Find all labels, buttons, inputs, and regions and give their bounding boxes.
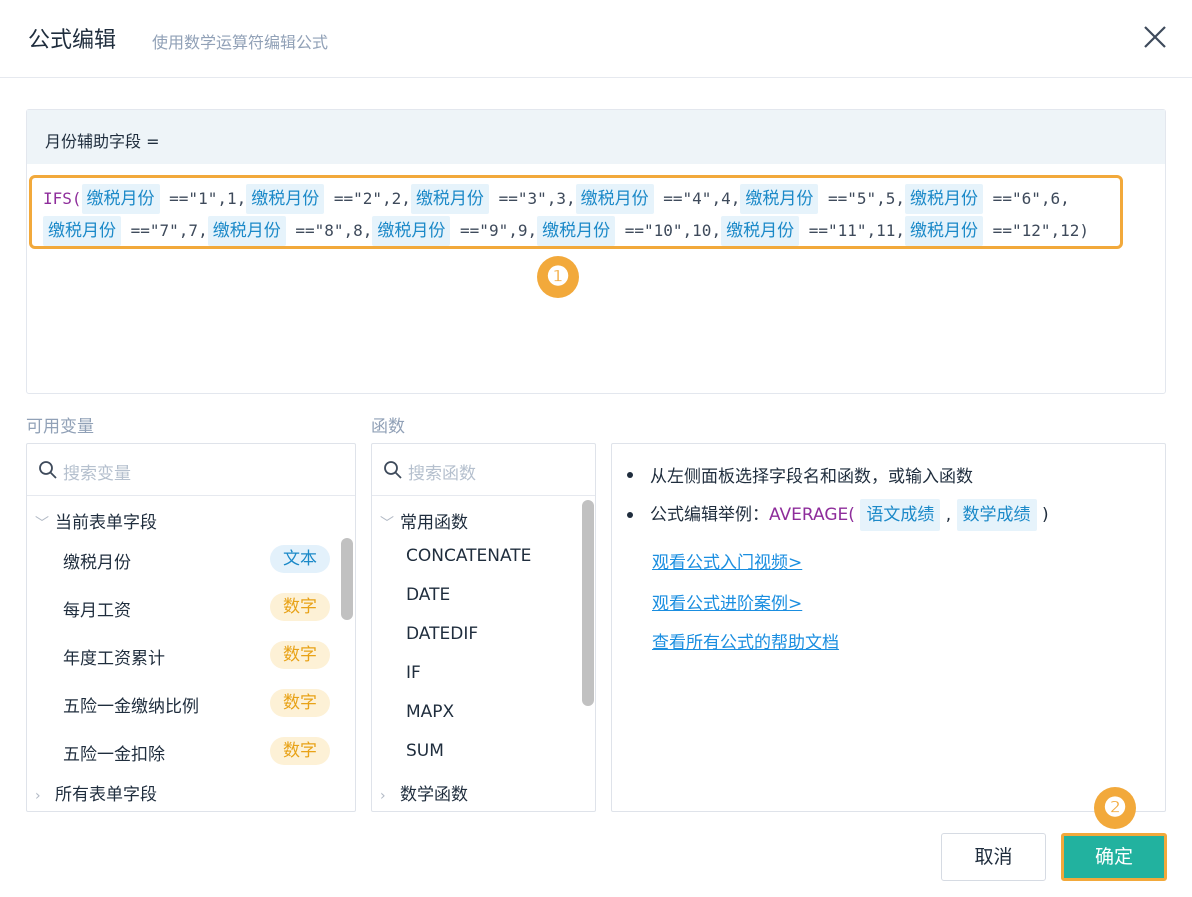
formula-line: IFS(缴税月份 =="1",1, 缴税月份 =="2",2, 缴税月份 =="3"… <box>43 183 1120 215</box>
type-badge: 文本 <box>270 545 330 573</box>
target-field-label: 月份辅助字段 = <box>45 132 160 151</box>
functions-label: 函数 <box>371 417 405 437</box>
formula-editor[interactable]: 月份辅助字段 = IFS(缴税月份 =="1",1, 缴税月份 =="2",2, 缴… <box>26 109 1166 394</box>
formula-field-token[interactable]: 缴税月份 <box>537 216 616 246</box>
help-item-2: 公式编辑举例：AVERAGE( 语文成绩 , 数学成绩 ) <box>612 498 1162 532</box>
formula-condition: =="10",10, <box>615 221 722 240</box>
dialog-header: 公式编辑 使用数学运算符编辑公式 <box>0 0 1192 78</box>
bullet <box>627 472 633 478</box>
formula-field-token[interactable]: 缴税月份 <box>372 216 451 246</box>
bullet <box>627 512 633 518</box>
link-intro-video[interactable]: 观看公式入门视频> <box>652 548 802 573</box>
group-label: 常用函数 <box>400 513 468 533</box>
functions-panel: 搜索函数 ﹀ 常用函数 CONCATENATE DATE DATEDIF IF MAPX S… <box>371 443 596 812</box>
formula-condition: =="8",8, <box>285 221 373 240</box>
group-common-functions[interactable]: ﹀ 常用函数 <box>380 508 468 533</box>
chevron-right-icon: › <box>380 788 386 804</box>
function-item[interactable]: DATEDIF <box>406 624 478 644</box>
search-placeholder: 搜索函数 <box>408 464 476 484</box>
group-current-fields[interactable]: ﹀ 当前表单字段 <box>35 508 157 533</box>
formula-condition: =="3",3, <box>488 189 576 208</box>
formula-field-token[interactable]: 缴税月份 <box>246 184 325 214</box>
group-label: 所有表单字段 <box>55 785 157 805</box>
step-badge-2: ❷ <box>1094 787 1136 829</box>
example-func: AVERAGE( <box>769 505 855 525</box>
variables-scrollbar[interactable] <box>341 538 353 620</box>
dialog-title: 公式编辑 <box>28 28 117 53</box>
dialog-subtitle: 使用数学运算符编辑公式 <box>152 33 329 52</box>
link-help-docs[interactable]: 查看所有公式的帮助文档 <box>652 628 839 653</box>
formula-condition: =="7",7, <box>121 221 208 240</box>
group-label: 数学函数 <box>400 785 468 805</box>
function-item[interactable]: CONCATENATE <box>406 546 531 566</box>
example-prefix: 公式编辑举例： <box>650 505 769 525</box>
type-badge: 数字 <box>270 641 330 669</box>
function-item[interactable]: MAPX <box>406 702 454 722</box>
variable-item[interactable]: 每月工资 <box>63 596 131 621</box>
confirm-button[interactable]: 确定 <box>1061 833 1167 881</box>
formula-condition: =="11",11, <box>799 221 906 240</box>
type-badge: 数字 <box>270 737 330 765</box>
chevron-down-icon: ﹀ <box>380 516 394 532</box>
formula-field-token[interactable]: 缴税月份 <box>740 184 819 214</box>
formula-condition: =="2",2, <box>324 189 411 208</box>
cancel-button[interactable]: 取消 <box>941 833 1046 881</box>
variable-item[interactable]: 五险一金扣除 <box>63 740 165 765</box>
formula-line: 缴税月份 =="7",7, 缴税月份 =="8",8, 缴税月份 =="9",9, 缴… <box>43 215 1120 247</box>
help-panel: 从左侧面板选择字段名和函数，或输入函数 公式编辑举例：AVERAGE( 语文成绩… <box>611 443 1166 812</box>
formula-condition: =="5",5, <box>818 189 906 208</box>
formula-field-token[interactable]: 缴税月份 <box>575 184 654 214</box>
type-badge: 数字 <box>270 689 330 717</box>
formula-condition: =="1",1, <box>159 189 247 208</box>
functions-scrollbar[interactable] <box>582 500 594 706</box>
type-badge: 数字 <box>270 593 330 621</box>
formula-condition: =="12",12) <box>983 221 1090 240</box>
formula-field-token[interactable]: 缴税月份 <box>721 216 800 246</box>
formula-function: IFS( <box>43 189 82 208</box>
search-placeholder: 搜索变量 <box>63 464 131 484</box>
step-badge-1: ❶ <box>537 256 579 298</box>
close-icon[interactable] <box>1142 24 1168 50</box>
group-label: 当前表单字段 <box>55 513 157 533</box>
group-math-functions[interactable]: › 数学函数 <box>380 780 468 805</box>
example-token: 数学成绩 <box>956 499 1037 531</box>
search-icon <box>39 461 57 479</box>
editor-header: 月份辅助字段 = <box>27 110 1165 164</box>
search-icon <box>384 461 402 479</box>
variable-item[interactable]: 五险一金缴纳比例 <box>63 692 199 717</box>
variables-panel: 搜索变量 ﹀ 当前表单字段 缴税月份 文本 每月工资 数字 年度工资累计 数字 五险一金缴纳比… <box>26 443 356 812</box>
group-all-fields[interactable]: › 所有表单字段 <box>35 780 157 805</box>
formula-condition: =="4",4, <box>653 189 741 208</box>
formula-field-token[interactable]: 缴税月份 <box>81 184 160 214</box>
example-close: ) <box>1041 505 1049 525</box>
example-sep: , <box>945 505 952 525</box>
link-advanced-cases[interactable]: 观看公式进阶案例> <box>652 589 802 614</box>
formula-text[interactable]: IFS(缴税月份 =="1",1, 缴税月份 =="2",2, 缴税月份 =="3"… <box>29 175 1123 249</box>
formula-condition: =="6",6, <box>983 189 1070 208</box>
chevron-down-icon: ﹀ <box>35 516 49 532</box>
formula-field-token[interactable]: 缴税月份 <box>410 184 489 214</box>
function-item[interactable]: IF <box>406 663 421 683</box>
variable-item[interactable]: 年度工资累计 <box>63 644 165 669</box>
variable-item[interactable]: 缴税月份 <box>63 548 131 573</box>
formula-field-token[interactable]: 缴税月份 <box>207 216 286 246</box>
variables-search[interactable]: 搜索变量 <box>27 444 355 496</box>
formula-condition: =="9",9, <box>450 221 538 240</box>
help-text: 从左侧面板选择字段名和函数，或输入函数 <box>650 467 973 487</box>
chevron-right-icon: › <box>35 788 41 804</box>
formula-field-token[interactable]: 缴税月份 <box>43 216 121 246</box>
functions-search[interactable]: 搜索函数 <box>372 444 595 496</box>
help-example: 公式编辑举例：AVERAGE( 语文成绩 , 数学成绩 ) <box>650 499 1049 531</box>
function-item[interactable]: DATE <box>406 585 450 605</box>
variables-label: 可用变量 <box>26 417 94 437</box>
example-token: 语文成绩 <box>860 499 941 531</box>
function-item[interactable]: SUM <box>406 741 444 761</box>
formula-field-token[interactable]: 缴税月份 <box>905 216 984 246</box>
formula-field-token[interactable]: 缴税月份 <box>905 184 984 214</box>
